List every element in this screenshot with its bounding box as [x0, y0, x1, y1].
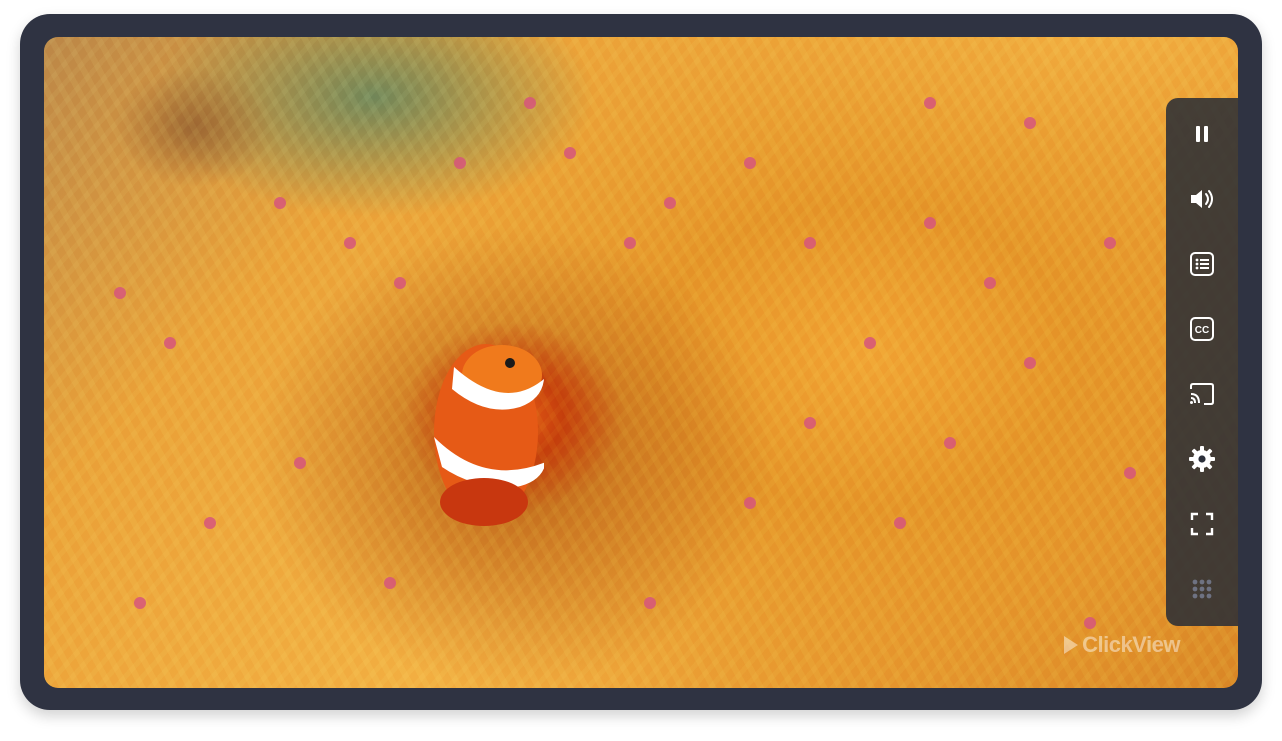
volume-button[interactable]: [1182, 179, 1222, 219]
video-player[interactable]: ClickView CC: [44, 37, 1238, 688]
cast-button[interactable]: [1182, 374, 1222, 414]
player-control-bar: CC: [1166, 98, 1238, 626]
clownfish-image: [434, 344, 544, 526]
device-frame: ClickView CC: [20, 14, 1262, 710]
cc-icon: CC: [1190, 317, 1214, 341]
volume-icon: [1191, 190, 1213, 208]
captions-button[interactable]: CC: [1182, 309, 1222, 349]
settings-button[interactable]: [1182, 439, 1222, 479]
fullscreen-icon: [1190, 512, 1214, 536]
clickview-watermark: ClickView: [1064, 632, 1180, 658]
cast-icon: [1190, 383, 1214, 405]
chapters-button[interactable]: [1182, 244, 1222, 284]
list-icon: [1190, 252, 1214, 276]
pause-icon: [1196, 126, 1208, 142]
gear-icon: [1189, 446, 1215, 472]
play-logo-icon: [1064, 636, 1079, 654]
pause-button[interactable]: [1182, 114, 1222, 154]
fullscreen-button[interactable]: [1182, 504, 1222, 544]
video-frame: [44, 37, 1238, 688]
svg-text:CC: CC: [1195, 325, 1209, 336]
apps-button[interactable]: [1182, 569, 1222, 609]
grid-icon: [1192, 579, 1212, 599]
